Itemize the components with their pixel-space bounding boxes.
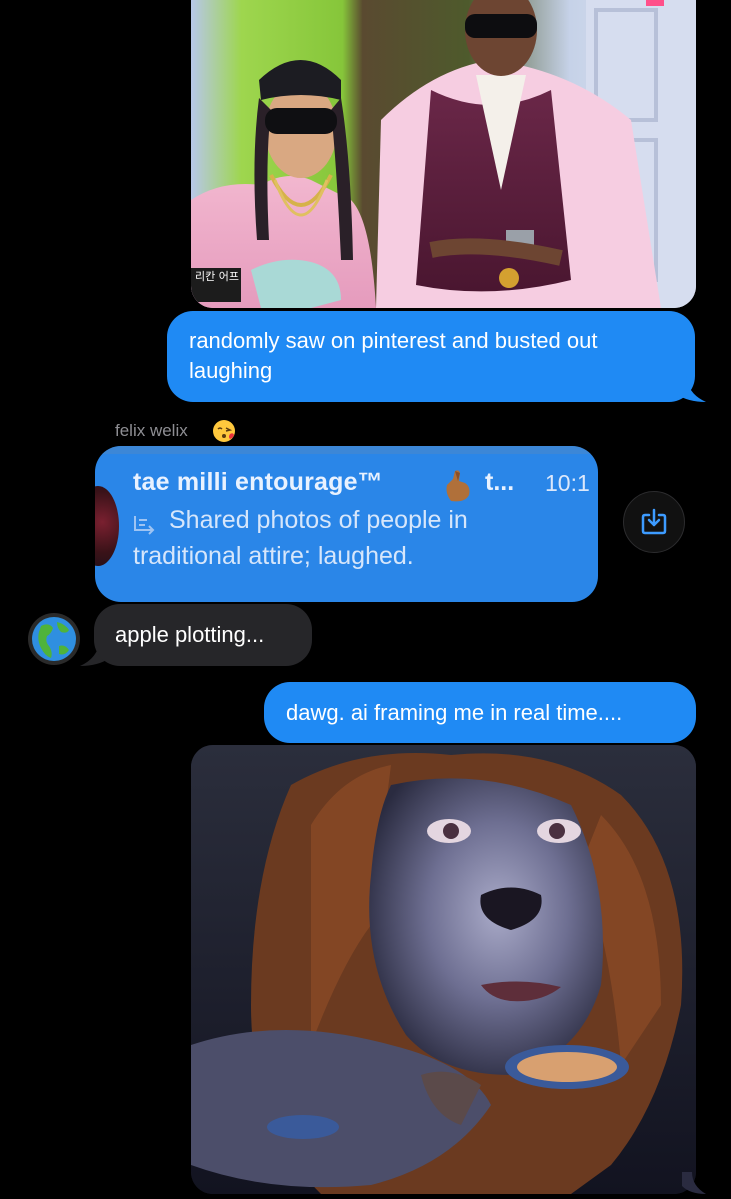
save-to-device-icon [641,508,667,535]
outgoing-message[interactable]: randomly saw on pinterest and busted out… [167,311,695,402]
summary-text-line-2: traditional attire; laughed. [133,542,414,570]
face-blowing-kiss-icon [213,420,235,442]
message-text: apple plotting... [115,622,265,647]
group-title-truncated: t... [485,468,515,496]
message-text: randomly saw on pinterest and busted out… [189,328,598,383]
photo-2-image [191,745,696,1194]
summary-icon [134,516,155,535]
group-title: tae milli entourage™ [133,468,383,496]
bubble-tail-icon [676,376,706,402]
globe-americas-icon [28,613,80,665]
group-avatar [95,486,119,566]
sender-name: felix welix [115,421,188,440]
shared-photo-traditional-attire[interactable]: 리칸 어프 [191,0,696,308]
summarized-message-card[interactable]: tae milli entourage™ t... 10:1 Shared ph… [95,446,598,602]
outgoing-message[interactable]: dawg. ai framing me in real time.... [264,682,696,743]
summary-text-line-1: Shared photos of people in [169,506,468,534]
message-text: dawg. ai framing me in real time.... [286,700,623,725]
card-top-edge [95,446,598,454]
photo-1-sign-text: 리칸 어프 [195,270,239,283]
incoming-message[interactable]: apple plotting... [94,604,312,666]
shared-photo-ai-image[interactable] [191,745,696,1194]
hand-with-index-finger-and-thumb-crossed-icon [446,470,470,502]
message-time: 10:1 [545,470,590,496]
photo-1-image: 리칸 어프 [191,0,696,308]
save-button[interactable] [623,491,685,553]
bubble-tail-icon [682,1172,706,1194]
